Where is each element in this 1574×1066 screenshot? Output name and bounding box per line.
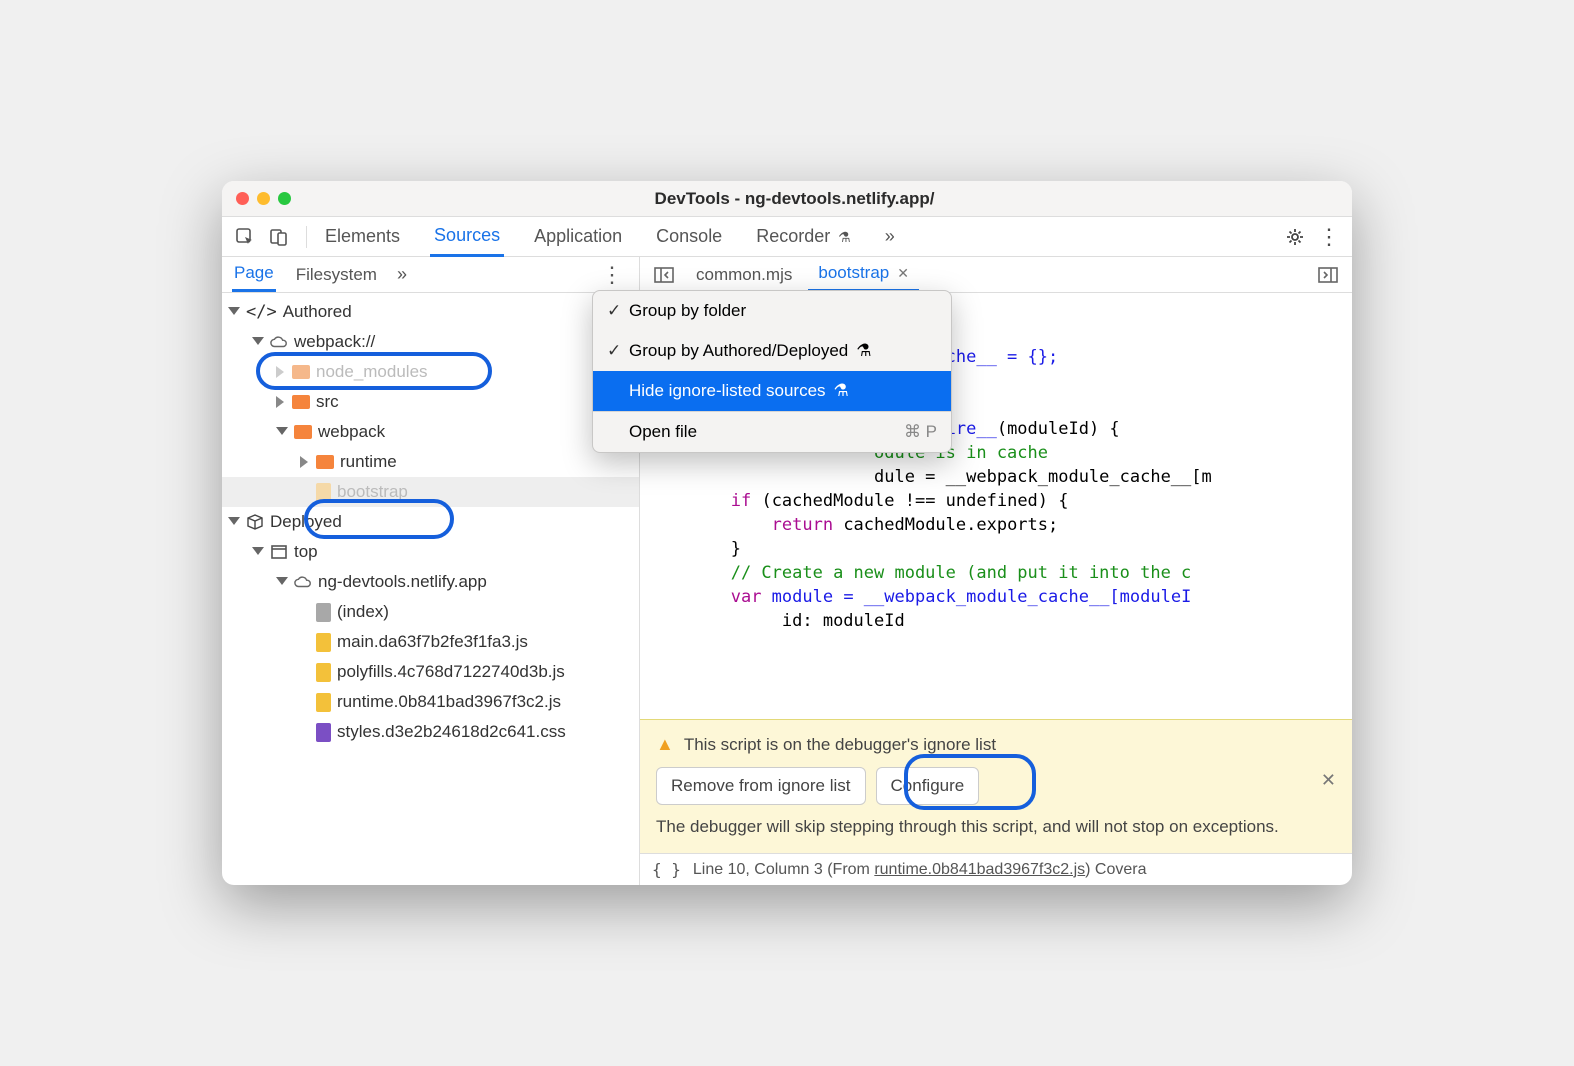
navigator-tabs: Page Filesystem » ⋮	[222, 257, 639, 293]
subtab-page[interactable]: Page	[232, 257, 276, 292]
navigator-more-icon[interactable]: ⋮	[595, 262, 629, 288]
devtools-window: DevTools - ng-devtools.netlify.app/ Elem…	[222, 181, 1352, 885]
traffic-lights	[236, 192, 291, 205]
cloud-icon	[270, 333, 288, 351]
navigator-pane: Page Filesystem » ⋮ </> Authored webpack…	[222, 257, 640, 885]
tree-domain[interactable]: ng-devtools.netlify.app	[222, 567, 639, 597]
more-menu-icon[interactable]: ⋮	[1316, 224, 1342, 250]
cloud-icon	[294, 573, 312, 591]
warning-title: This script is on the debugger's ignore …	[684, 735, 996, 755]
file-tab-common[interactable]: common.mjs	[686, 259, 802, 291]
tab-recorder[interactable]: Recorder ⚗	[752, 218, 854, 255]
tree-label: styles.d3e2b24618d2c641.css	[337, 722, 566, 742]
device-toggle-icon[interactable]	[266, 224, 292, 250]
tree-node-modules[interactable]: node_modules	[222, 357, 639, 387]
flask-icon: ⚗	[834, 381, 849, 401]
folder-icon	[316, 455, 334, 469]
tree-label: runtime	[340, 452, 397, 472]
configure-button[interactable]: Configure	[876, 767, 980, 805]
frame-icon	[270, 543, 288, 561]
zoom-window-icon[interactable]	[278, 192, 291, 205]
tree-label: ng-devtools.netlify.app	[318, 572, 487, 592]
tree-top[interactable]: top	[222, 537, 639, 567]
nav-panel-left-icon[interactable]	[648, 267, 680, 283]
tree-runtime-js[interactable]: runtime.0b841bad3967f3c2.js	[222, 687, 639, 717]
tabs-overflow[interactable]: »	[881, 218, 899, 255]
tree-label: Deployed	[270, 512, 342, 532]
tree-polyfills-js[interactable]: polyfills.4c768d7122740d3b.js	[222, 657, 639, 687]
tree-label: main.da63f7b2fe3f1fa3.js	[337, 632, 528, 652]
file-tree: </> Authored webpack:// node_modules src	[222, 293, 639, 885]
subtab-filesystem[interactable]: Filesystem	[294, 259, 379, 291]
tree-styles-css[interactable]: styles.d3e2b24618d2c641.css	[222, 717, 639, 747]
menu-open-file[interactable]: Open file ⌘ P	[593, 412, 951, 452]
tree-label: webpack	[318, 422, 385, 442]
flask-icon: ⚗	[834, 229, 850, 245]
file-icon	[316, 723, 331, 742]
cursor-position: Line 10, Column 3 (From runtime.0b841bad…	[693, 861, 1147, 879]
folder-icon	[292, 395, 310, 409]
code-brackets-icon: </>	[246, 302, 277, 322]
tab-sources[interactable]: Sources	[430, 217, 504, 257]
tree-label: webpack://	[294, 332, 375, 352]
tree-index-file[interactable]: (index)	[222, 597, 639, 627]
menu-group-by-folder[interactable]: ✓ Group by folder	[593, 291, 951, 331]
subtabs-overflow[interactable]: »	[397, 264, 407, 285]
check-icon: ✓	[607, 301, 621, 321]
warning-description: The debugger will skip stepping through …	[656, 817, 1336, 837]
file-tab-bootstrap[interactable]: bootstrap✕	[808, 257, 919, 292]
minimize-window-icon[interactable]	[257, 192, 270, 205]
close-window-icon[interactable]	[236, 192, 249, 205]
tree-label: (index)	[337, 602, 389, 622]
tree-bootstrap-file[interactable]: bootstrap	[222, 477, 639, 507]
close-tab-icon[interactable]: ✕	[897, 265, 909, 282]
tab-application[interactable]: Application	[530, 218, 626, 255]
main-toolbar: Elements Sources Application Console Rec…	[222, 217, 1352, 257]
box-icon	[246, 513, 264, 531]
folder-icon	[292, 365, 310, 379]
window-title: DevTools - ng-devtools.netlify.app/	[291, 189, 1338, 209]
tree-src[interactable]: src	[222, 387, 639, 417]
tab-console[interactable]: Console	[652, 218, 726, 255]
tree-label: bootstrap	[337, 482, 408, 502]
file-icon	[316, 663, 331, 682]
nav-panel-right-icon[interactable]	[1312, 267, 1344, 283]
navigator-context-menu: ✓ Group by folder ✓ Group by Authored/De…	[592, 290, 952, 453]
tree-label: top	[294, 542, 318, 562]
tree-runtime-folder[interactable]: runtime	[222, 447, 639, 477]
tree-main-js[interactable]: main.da63f7b2fe3f1fa3.js	[222, 627, 639, 657]
menu-group-authored-deployed[interactable]: ✓ Group by Authored/Deployed ⚗	[593, 331, 951, 371]
titlebar: DevTools - ng-devtools.netlify.app/	[222, 181, 1352, 217]
file-icon	[316, 693, 331, 712]
tree-authored[interactable]: </> Authored	[222, 297, 639, 327]
file-icon	[316, 633, 331, 652]
tree-label: runtime.0b841bad3967f3c2.js	[337, 692, 561, 712]
inspect-element-icon[interactable]	[232, 224, 258, 250]
remove-from-ignore-button[interactable]: Remove from ignore list	[656, 767, 866, 805]
tree-webpack-folder[interactable]: webpack	[222, 417, 639, 447]
menu-hide-ignore-listed[interactable]: Hide ignore-listed sources ⚗	[593, 371, 951, 411]
warning-icon: ▲	[656, 734, 674, 755]
close-warning-icon[interactable]: ✕	[1321, 770, 1336, 791]
open-file-tabs: common.mjs bootstrap✕	[640, 257, 1352, 293]
tab-elements[interactable]: Elements	[321, 218, 404, 255]
settings-icon[interactable]	[1282, 224, 1308, 250]
file-icon	[316, 483, 331, 502]
folder-icon	[294, 425, 312, 439]
tree-label: Authored	[283, 302, 352, 322]
status-file-link[interactable]: runtime.0b841bad3967f3c2.js	[874, 861, 1085, 878]
tree-webpack-scheme[interactable]: webpack://	[222, 327, 639, 357]
shortcut-label: ⌘ P	[904, 422, 937, 442]
panel-tabs: Elements Sources Application Console Rec…	[321, 217, 1274, 257]
flask-icon: ⚗	[856, 341, 871, 361]
tree-label: src	[316, 392, 339, 412]
status-bar: { } Line 10, Column 3 (From runtime.0b84…	[640, 853, 1352, 885]
pretty-print-icon[interactable]: { }	[652, 860, 681, 879]
file-icon	[316, 603, 331, 622]
tree-deployed[interactable]: Deployed	[222, 507, 639, 537]
ignore-list-warning: ▲ This script is on the debugger's ignor…	[640, 719, 1352, 853]
check-icon: ✓	[607, 341, 621, 361]
tree-label: polyfills.4c768d7122740d3b.js	[337, 662, 565, 682]
tree-label: node_modules	[316, 362, 428, 382]
